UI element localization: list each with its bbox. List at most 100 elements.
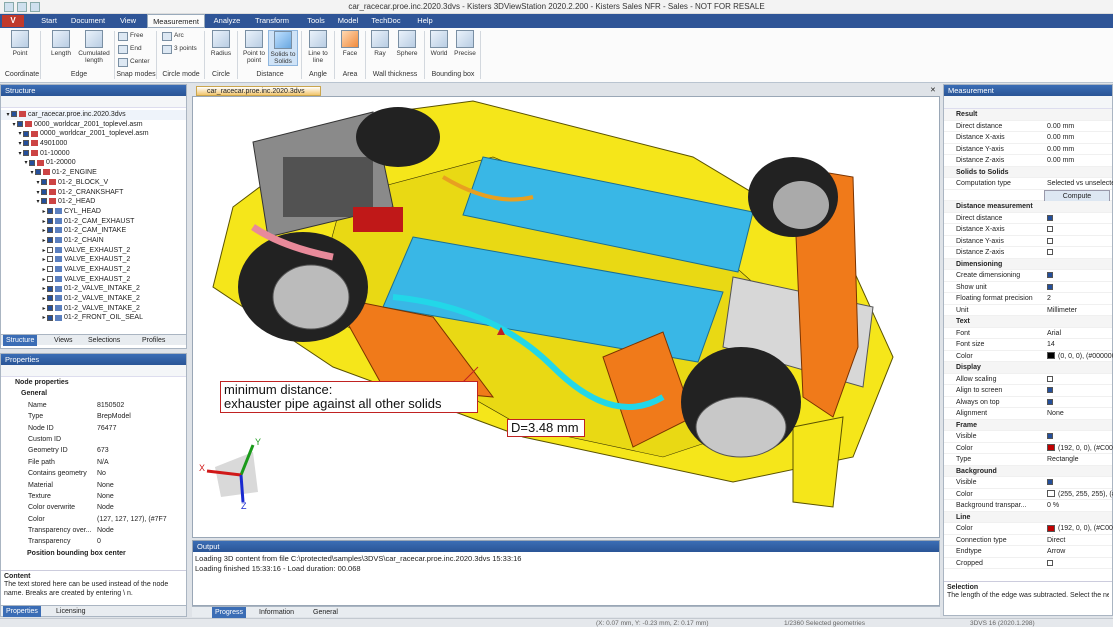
measurement-section[interactable]: Solids to Solids	[944, 166, 1112, 178]
property-row[interactable]: Texture None	[1, 491, 186, 502]
property-row[interactable]: Material None	[1, 480, 186, 491]
tree-node[interactable]: ▸ 01-2_FRONT_OIL_SEAL	[1, 313, 186, 323]
measurement-checkbox[interactable]	[1047, 282, 1055, 294]
property-row[interactable]: Type BrepModel	[1, 411, 186, 422]
measurement-row[interactable]: Distance Y-axis 0.00 mm	[944, 144, 1112, 156]
measurement-row[interactable]: Connection type Direct	[944, 535, 1112, 546]
visibility-checkbox[interactable]	[23, 140, 29, 147]
tab-views[interactable]: Views	[51, 335, 76, 346]
distance-callout[interactable]: minimum distance: exhauster pipe against…	[220, 381, 478, 413]
tab-general[interactable]: General	[310, 607, 341, 618]
measurement-row[interactable]: Alignment None	[944, 408, 1112, 420]
tab-model[interactable]: Model	[334, 14, 362, 28]
tab-document[interactable]: Document	[67, 14, 109, 28]
property-row[interactable]: Transparency over... Node	[1, 525, 186, 536]
measurement-section[interactable]: Result	[944, 109, 1112, 121]
world-button[interactable]: World	[427, 30, 451, 57]
tree-node[interactable]: ▸ 01-2_CHAIN	[1, 236, 186, 246]
visibility-checkbox[interactable]	[41, 188, 47, 195]
properties-grid[interactable]: Node properties General Name 8150502 Type Bre…	[1, 377, 186, 559]
measurement-value[interactable]: Rectangle	[1047, 454, 1079, 466]
tree-node[interactable]: ▸ 01-2_VALVE_INTAKE_2	[1, 294, 186, 304]
visibility-checkbox[interactable]	[47, 237, 53, 244]
measurement-checkbox[interactable]	[1047, 431, 1055, 443]
measurement-row[interactable]: Unit Millimeter	[944, 305, 1112, 316]
tree-node[interactable]: ▾ 4901000	[1, 139, 186, 149]
measurement-row[interactable]: Allow scaling	[944, 374, 1112, 386]
property-value[interactable]: Node	[97, 502, 114, 513]
tab-structure[interactable]: Structure	[3, 335, 38, 346]
measurement-value[interactable]: (255, 255, 255), (#F	[1047, 489, 1113, 501]
measurement-section[interactable]: Text	[944, 316, 1112, 328]
visibility-checkbox[interactable]	[29, 159, 35, 166]
close-icon[interactable]: ✕	[930, 86, 938, 95]
visibility-checkbox[interactable]	[47, 227, 53, 234]
tab-information[interactable]: Information	[256, 607, 297, 618]
tree-node[interactable]: ▸ VALVE_EXHAUST_2	[1, 265, 186, 275]
measurement-checkbox[interactable]	[1047, 374, 1055, 386]
property-row[interactable]: Geometry ID 673	[1, 445, 186, 456]
property-row[interactable]: Transparency 0	[1, 536, 186, 547]
solids-to-solids-button[interactable]: Solids to Solids	[268, 30, 298, 66]
measurement-row[interactable]: Direct distance 0.00 mm	[944, 121, 1112, 132]
property-value[interactable]: 76477	[97, 423, 116, 434]
measurement-checkbox[interactable]	[1047, 224, 1055, 236]
visibility-checkbox[interactable]	[47, 256, 53, 263]
measurement-checkbox[interactable]	[1047, 236, 1055, 248]
tree-node[interactable]: ▾ 01-2_CRANKSHAFT	[1, 188, 186, 198]
structure-tree[interactable]: ▾ car_racecar.proe.inc.2020.3dvs ▾ 0000_wor…	[1, 108, 186, 334]
measurement-value[interactable]: 0.00 mm	[1047, 132, 1074, 144]
measurement-value[interactable]: (192, 0, 0), (#C000	[1047, 443, 1113, 455]
measurement-section[interactable]: Display	[944, 362, 1112, 374]
ray-button[interactable]: Ray	[368, 30, 392, 57]
visibility-checkbox[interactable]	[47, 208, 53, 215]
measurement-row[interactable]: Always on top	[944, 397, 1112, 408]
sphere-button[interactable]: Sphere	[394, 30, 420, 57]
measurement-row[interactable]: Background transpar... 0 %	[944, 500, 1112, 512]
measurement-row[interactable]: Floating format precision 2	[944, 293, 1112, 305]
tree-node[interactable]: ▾ 0000_worldcar_2001_toplevel.asm	[1, 129, 186, 139]
visibility-checkbox[interactable]	[35, 169, 41, 176]
property-value[interactable]: None	[97, 480, 114, 491]
snap-end-button[interactable]: End	[118, 44, 142, 54]
visibility-checkbox[interactable]	[17, 120, 23, 127]
measurement-row[interactable]: Direct distance	[944, 213, 1112, 224]
measurement-row[interactable]: Color (0, 0, 0), (#000000	[944, 351, 1113, 362]
measurement-section[interactable]: Frame	[944, 419, 1112, 431]
tab-profiles[interactable]: Profiles	[139, 335, 168, 346]
tab-progress[interactable]: Progress	[212, 607, 247, 618]
property-value[interactable]: 673	[97, 445, 109, 456]
measurement-checkbox[interactable]	[1047, 247, 1055, 259]
tree-node[interactable]: ▾ 01-10000	[1, 149, 186, 159]
tab-properties[interactable]: Properties	[3, 606, 41, 617]
property-row[interactable]: Color overwrite Node	[1, 502, 186, 513]
point-to-point-button[interactable]: Point to point	[240, 30, 268, 64]
measurement-value[interactable]: 2	[1047, 293, 1051, 305]
section-node-properties[interactable]: Node properties	[1, 377, 186, 388]
visibility-checkbox[interactable]	[11, 111, 17, 118]
tree-node[interactable]: ▸ 01-2_VALVE_INTAKE_2	[1, 284, 186, 294]
visibility-checkbox[interactable]	[47, 304, 53, 311]
tab-measurement[interactable]: Measurement	[147, 14, 205, 28]
visibility-checkbox[interactable]	[47, 275, 53, 282]
measurement-row[interactable]: Distance Z-axis 0.00 mm	[944, 155, 1112, 167]
tab-analyze[interactable]: Analyze	[210, 14, 244, 28]
measurement-section[interactable]: Line	[944, 511, 1112, 523]
property-value[interactable]: (127, 127, 127), (#7F7	[97, 514, 167, 525]
measurement-checkbox[interactable]	[1047, 270, 1055, 282]
measurement-value[interactable]: 0 %	[1047, 500, 1059, 512]
visibility-checkbox[interactable]	[23, 149, 29, 156]
tree-node[interactable]: ▸ 01-2_CAM_INTAKE	[1, 226, 186, 236]
measurement-grid[interactable]: Result Direct distance 0.00 mm Distance X-a…	[944, 109, 1113, 570]
measurement-section[interactable]: Background	[944, 465, 1112, 477]
tab-help[interactable]: Help	[410, 14, 440, 28]
tree-node[interactable]: ▾ car_racecar.proe.inc.2020.3dvs	[1, 110, 186, 120]
measurement-value[interactable]: (192, 0, 0), (#C000	[1047, 523, 1113, 535]
measurement-value[interactable]: 0.00 mm	[1047, 144, 1074, 156]
tab-licensing[interactable]: Licensing	[53, 606, 89, 617]
property-value[interactable]: 8150502	[97, 400, 124, 411]
measurement-checkbox[interactable]	[1047, 558, 1055, 570]
3d-viewport[interactable]: minimum distance: exhauster pipe against…	[192, 96, 940, 538]
precise-button[interactable]: Precise	[452, 30, 478, 57]
tree-node[interactable]: ▸ VALVE_EXHAUST_2	[1, 255, 186, 265]
